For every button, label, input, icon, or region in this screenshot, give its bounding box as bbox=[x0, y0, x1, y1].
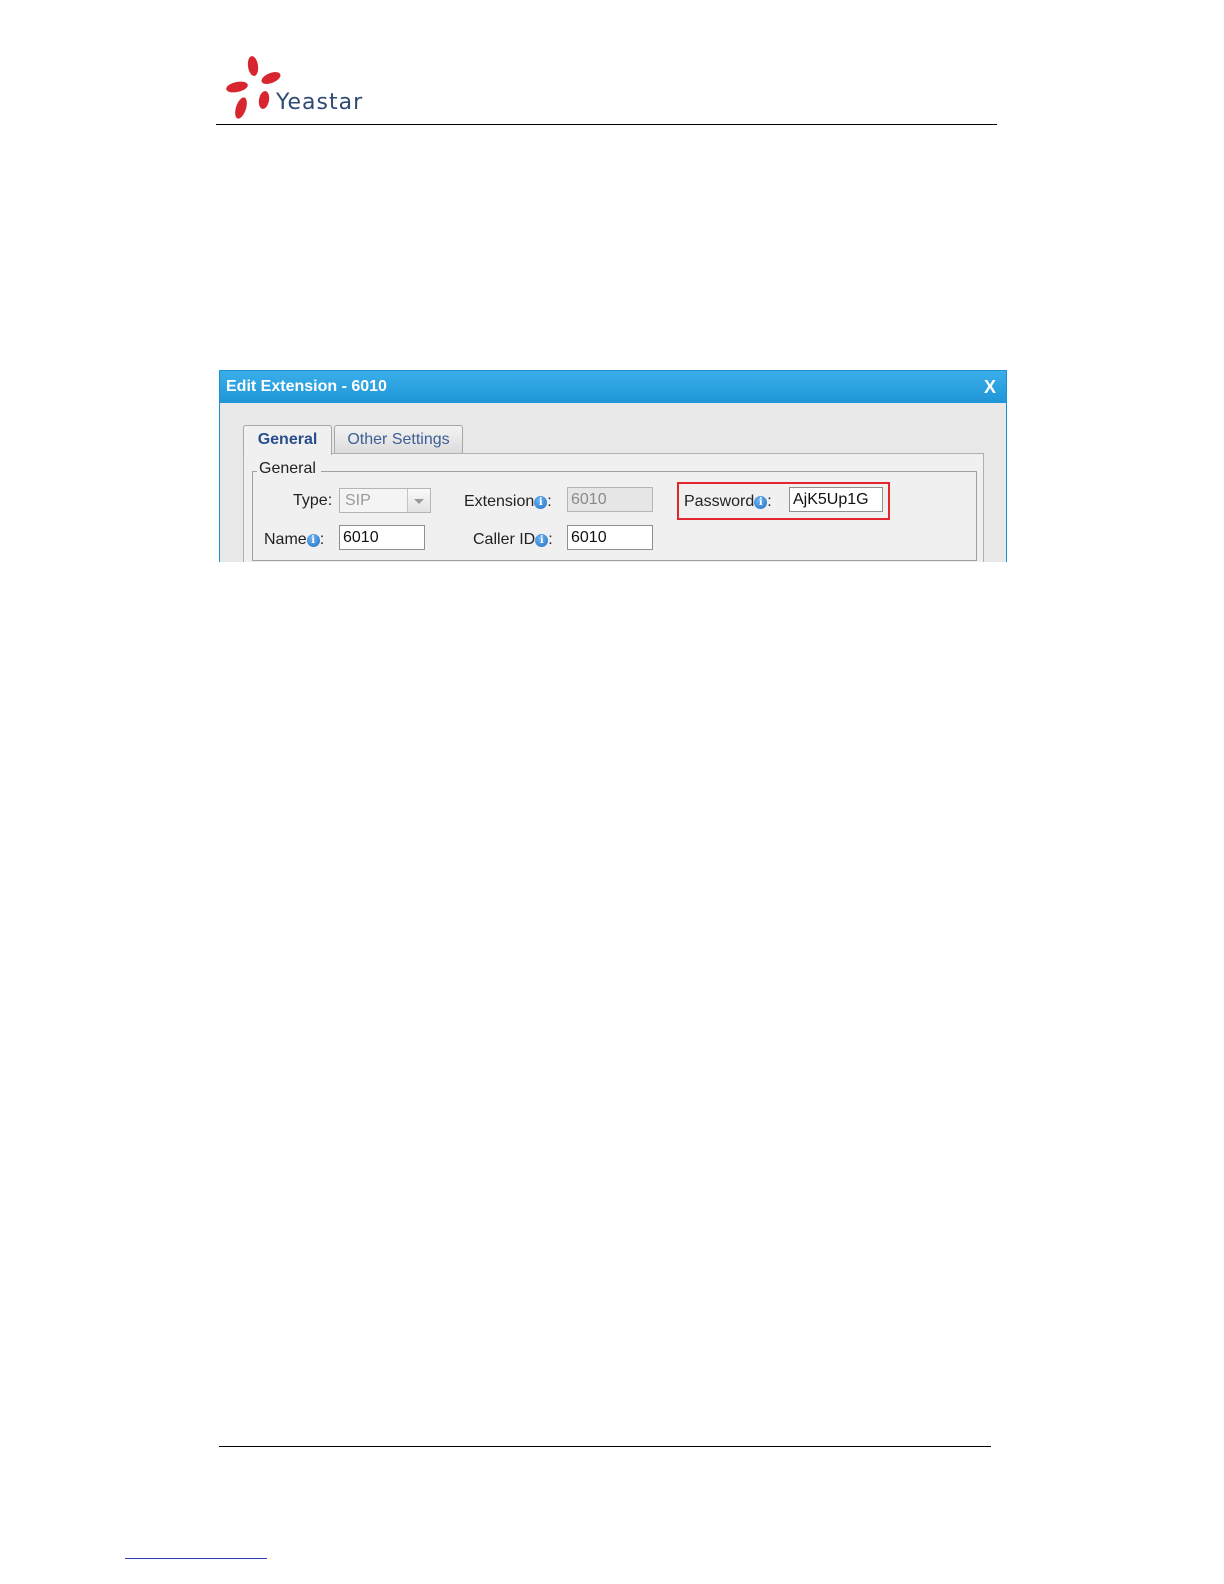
extension-label-group: Extension i: bbox=[464, 493, 552, 511]
tab-other-settings[interactable]: Other Settings bbox=[334, 425, 463, 453]
brand-name: Yeastar bbox=[276, 90, 364, 115]
caller-id-label-group: Caller ID i: bbox=[473, 531, 553, 549]
footer-link-underline[interactable] bbox=[125, 1558, 267, 1559]
tab-general[interactable]: General bbox=[243, 425, 332, 455]
caller-id-label: Caller ID bbox=[473, 531, 536, 548]
name-colon: : bbox=[319, 531, 325, 548]
chevron-down-icon[interactable] bbox=[407, 489, 430, 512]
yeastar-flower-icon bbox=[226, 56, 281, 119]
close-button[interactable]: X bbox=[984, 377, 996, 398]
edit-extension-dialog: Edit Extension - 6010 X General Other Se… bbox=[219, 370, 1007, 562]
password-label: Password bbox=[684, 493, 755, 510]
footer-divider bbox=[219, 1446, 991, 1447]
header-divider bbox=[216, 124, 997, 125]
password-field[interactable]: AjK5Up1G bbox=[789, 487, 883, 512]
name-label-group: Name i: bbox=[264, 531, 324, 549]
extension-label: Extension bbox=[464, 493, 535, 510]
info-icon[interactable]: i bbox=[306, 534, 320, 547]
caller-id-field[interactable]: 6010 bbox=[567, 525, 653, 550]
password-colon: : bbox=[767, 493, 772, 510]
extension-field[interactable]: 6010 bbox=[567, 487, 653, 512]
info-icon[interactable]: i bbox=[534, 496, 548, 509]
name-label: Name bbox=[264, 531, 307, 548]
type-label: Type: bbox=[293, 492, 333, 509]
dialog-title: Edit Extension - 6010 bbox=[226, 378, 387, 395]
section-legend: General bbox=[257, 460, 321, 478]
dialog-titlebar[interactable]: Edit Extension - 6010 X bbox=[220, 371, 1006, 403]
password-label-group: Password i: bbox=[684, 493, 772, 511]
extension-colon: : bbox=[547, 493, 552, 510]
info-icon[interactable]: i bbox=[535, 534, 549, 547]
yeastar-logo: Yeastar bbox=[224, 54, 364, 124]
caller-id-colon: : bbox=[548, 531, 553, 548]
name-field[interactable]: 6010 bbox=[339, 525, 425, 550]
type-select[interactable]: SIP bbox=[339, 488, 431, 513]
type-value: SIP bbox=[345, 492, 371, 509]
info-icon[interactable]: i bbox=[754, 496, 768, 509]
